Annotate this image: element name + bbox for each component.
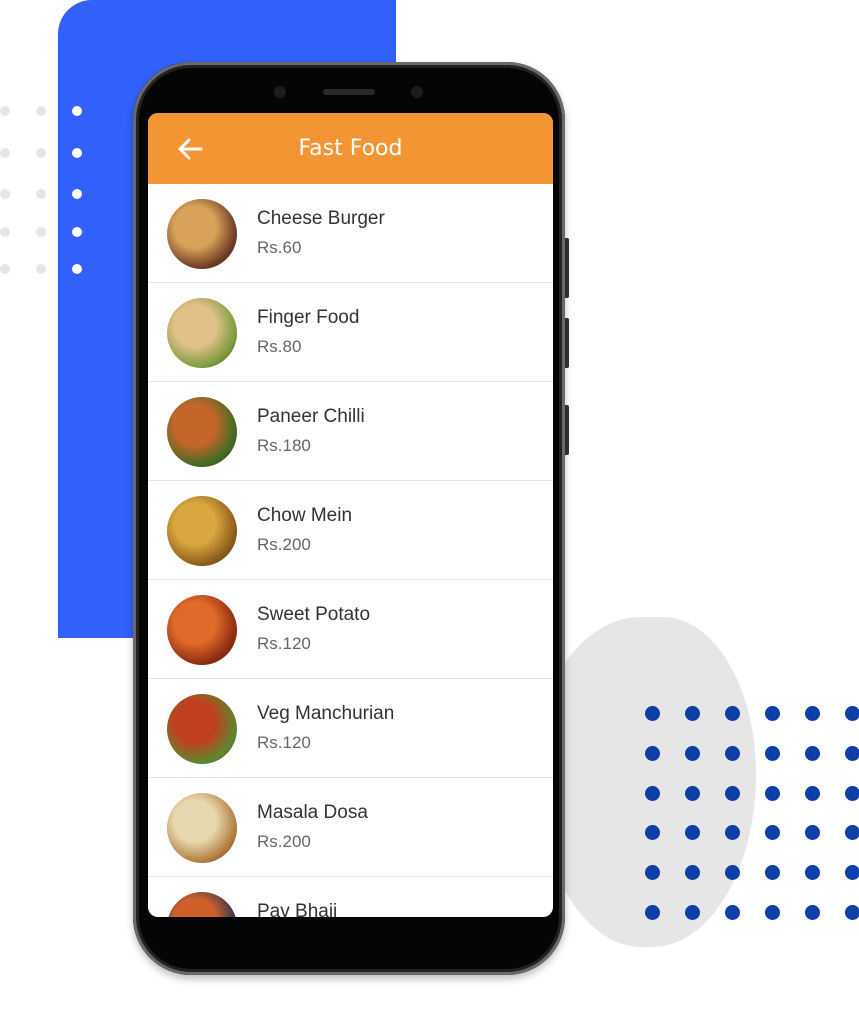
phone-frame: Fast Food Cheese Burger Rs.60 Finger Foo…	[133, 62, 565, 975]
food-name: Cheese Burger	[257, 208, 385, 229]
decor-dot	[845, 905, 859, 920]
food-list-item[interactable]: Paneer Chilli Rs.180	[148, 382, 553, 481]
decor-dot	[725, 706, 740, 721]
decor-dot	[685, 825, 700, 840]
food-list-item[interactable]: Chow Mein Rs.200	[148, 481, 553, 580]
decor-dot	[645, 865, 660, 880]
decor-dot	[72, 189, 82, 199]
decor-dot	[765, 825, 780, 840]
decor-dot	[72, 148, 82, 158]
app-header: Fast Food	[148, 113, 553, 184]
decor-dot	[845, 746, 859, 761]
decor-dot	[645, 786, 660, 801]
decor-dot	[845, 865, 859, 880]
food-price: Rs.180	[257, 436, 311, 455]
decor-dot	[765, 746, 780, 761]
decor-dot	[0, 148, 10, 158]
decor-dot	[725, 825, 740, 840]
food-list-item[interactable]: Cheese Burger Rs.60	[148, 184, 553, 283]
decor-dot	[805, 825, 820, 840]
food-price: Rs.60	[257, 238, 302, 257]
decor-dot	[765, 706, 780, 721]
food-image	[167, 199, 237, 269]
food-name: Chow Mein	[257, 505, 353, 526]
food-price: Rs.120	[257, 733, 311, 752]
decor-dot	[36, 189, 46, 199]
food-image	[167, 793, 237, 863]
decor-dot	[765, 786, 780, 801]
sensor	[411, 86, 423, 98]
decor-dot	[0, 189, 10, 199]
decor-dot	[725, 746, 740, 761]
page-title: Fast Food	[298, 136, 403, 161]
food-list-item[interactable]: Veg Manchurian Rs.120	[148, 679, 553, 778]
decor-dot	[72, 227, 82, 237]
food-image	[167, 496, 237, 566]
decor-dot	[685, 746, 700, 761]
decor-dot	[685, 905, 700, 920]
decor-dot	[805, 865, 820, 880]
food-price: Rs.200	[257, 535, 311, 554]
food-name: Sweet Potato	[257, 604, 371, 625]
decor-dot	[685, 865, 700, 880]
food-image	[167, 694, 237, 764]
decor-dot	[645, 825, 660, 840]
decor-dot	[725, 865, 740, 880]
decor-dot	[725, 786, 740, 801]
decor-dot	[36, 106, 46, 116]
decor-dot	[845, 825, 859, 840]
food-list-item[interactable]: Finger Food Rs.80	[148, 283, 553, 382]
food-name: Finger Food	[257, 307, 360, 328]
decor-grey-blob	[538, 617, 756, 947]
food-price: Rs.80	[257, 337, 302, 356]
food-list-item[interactable]: Masala Dosa Rs.200	[148, 778, 553, 877]
decor-dot	[805, 706, 820, 721]
front-camera	[274, 86, 286, 98]
decor-dot	[645, 706, 660, 721]
arrow-left-icon[interactable]	[176, 135, 204, 163]
decor-dot	[645, 746, 660, 761]
food-list-item[interactable]: Sweet Potato Rs.120	[148, 580, 553, 679]
food-name: Pav Bhaji	[257, 901, 338, 917]
decor-dot	[0, 264, 10, 274]
decor-dot	[72, 106, 82, 116]
decor-dot	[845, 706, 859, 721]
food-price: Rs.120	[257, 634, 311, 653]
decor-dot	[645, 905, 660, 920]
decor-dot	[845, 786, 859, 801]
decor-dot	[685, 786, 700, 801]
food-image	[167, 298, 237, 368]
decor-dot	[805, 746, 820, 761]
decor-dot	[805, 786, 820, 801]
food-image	[167, 892, 237, 917]
decor-dot	[36, 148, 46, 158]
food-image	[167, 595, 237, 665]
speaker	[323, 89, 375, 95]
decor-dot	[0, 106, 10, 116]
decor-dot	[0, 227, 10, 237]
food-name: Paneer Chilli	[257, 406, 365, 427]
food-list: Cheese Burger Rs.60 Finger Food Rs.80 Pa…	[148, 184, 553, 917]
decor-dot	[36, 264, 46, 274]
decor-dot	[685, 706, 700, 721]
food-name: Masala Dosa	[257, 802, 368, 823]
decor-dot	[36, 227, 46, 237]
food-image	[167, 397, 237, 467]
power-button	[565, 405, 569, 455]
decor-dot	[765, 865, 780, 880]
decor-dot	[765, 905, 780, 920]
app-screen: Fast Food Cheese Burger Rs.60 Finger Foo…	[148, 113, 553, 917]
side-button	[565, 318, 569, 368]
food-price: Rs.200	[257, 832, 311, 851]
volume-button	[565, 238, 569, 298]
decor-dot	[805, 905, 820, 920]
food-list-item[interactable]: Pav Bhaji	[148, 877, 553, 917]
decor-dot	[725, 905, 740, 920]
decor-dot	[72, 264, 82, 274]
food-name: Veg Manchurian	[257, 703, 395, 724]
